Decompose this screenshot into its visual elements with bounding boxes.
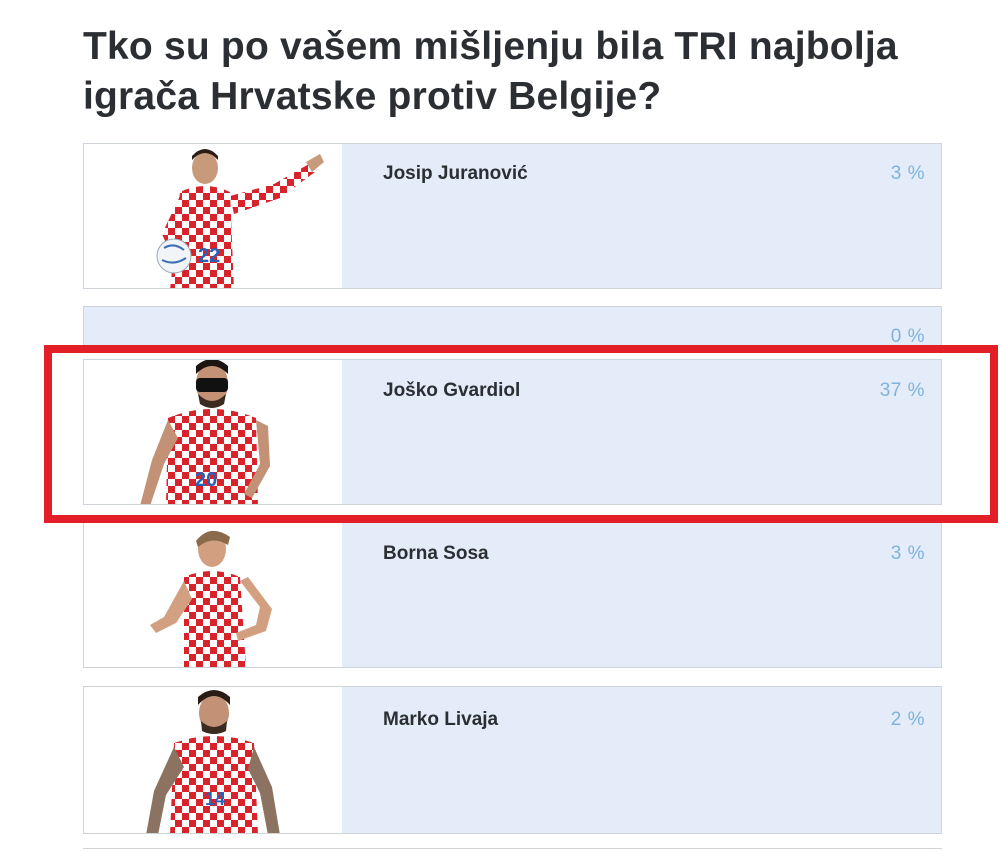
poll-option-livaja[interactable]: 14 Marko Livaja 2 %	[83, 686, 942, 834]
poll-option-juranovic[interactable]: 22 Josip Juranović 3 %	[83, 143, 942, 289]
poll-option-divider	[83, 848, 942, 849]
option-percent: 3 %	[890, 543, 925, 564]
option-name: Borna Sosa	[383, 543, 489, 564]
player-photo-juranovic: 22	[84, 144, 342, 288]
player-photo-gvardiol: 20	[84, 360, 342, 504]
poll-option-sosa[interactable]: Borna Sosa 3 %	[83, 520, 942, 668]
poll-option-gvardiol[interactable]: 20 Joško Gvardiol 37 %	[83, 359, 942, 505]
option-percent: 0 %	[890, 326, 925, 346]
svg-text:14: 14	[205, 789, 225, 809]
player-photo-livaja: 14	[84, 687, 342, 833]
option-name: Josip Juranović	[383, 163, 528, 184]
poll-title: Tko su po vašem mišljenju bila TRI najbo…	[83, 25, 898, 118]
poll-option-2[interactable]: 0 %	[83, 306, 942, 346]
option-percent: 37 %	[879, 380, 925, 401]
svg-text:20: 20	[195, 469, 217, 491]
option-percent: 3 %	[890, 163, 925, 184]
svg-text:22: 22	[198, 245, 220, 267]
option-name: Joško Gvardiol	[383, 380, 521, 401]
option-name: Marko Livaja	[383, 709, 499, 730]
option-percent: 2 %	[890, 709, 925, 730]
player-photo-sosa	[84, 521, 342, 667]
